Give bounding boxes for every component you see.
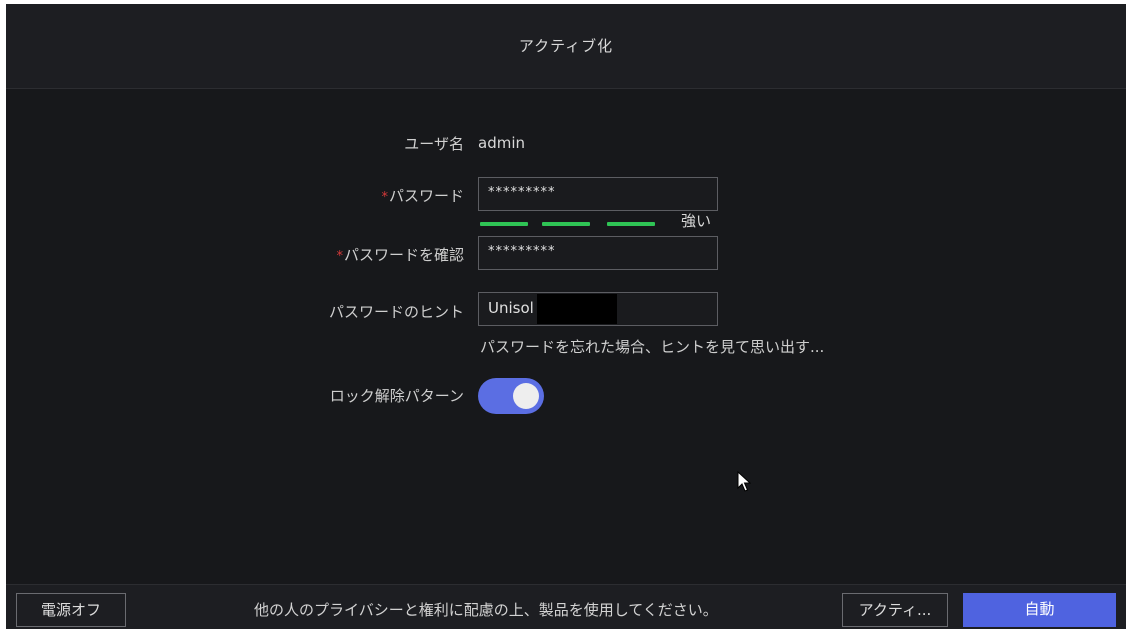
activate-button[interactable]: アクティ... xyxy=(842,593,948,627)
power-off-button[interactable]: 電源オフ xyxy=(16,593,126,627)
footer-bar: 電源オフ 他の人のプライバシーと権利に配慮の上、製品を使用してください。 アクテ… xyxy=(6,584,1126,629)
dialog-title: アクティブ化 xyxy=(518,37,614,55)
redacted-block xyxy=(537,294,617,324)
auto-button[interactable]: 自動 xyxy=(963,593,1116,627)
unlock-pattern-toggle[interactable] xyxy=(478,378,544,414)
activation-dialog: アクティブ化 ユーザ名 admin *パスワード ********* 強い *パ… xyxy=(6,4,1126,629)
password-strength-segment-3 xyxy=(607,222,655,226)
required-mark: * xyxy=(381,190,388,205)
password-hint-label: パスワードのヒント xyxy=(328,303,464,321)
username-value: admin xyxy=(478,134,525,152)
password-hint-value: Unisol xyxy=(488,299,534,317)
username-label: ユーザ名 xyxy=(404,135,464,153)
password-strength-label: 強い xyxy=(681,212,712,230)
password-hint-note: パスワードを忘れた場合、ヒントを見て思い出す... xyxy=(480,338,825,356)
password-hint-field[interactable]: Unisol xyxy=(478,292,718,326)
confirm-password-field[interactable]: ********* xyxy=(478,236,718,270)
password-field[interactable]: ********* xyxy=(478,177,718,211)
password-strength-segment-2 xyxy=(542,222,590,226)
unlock-pattern-label: ロック解除パターン xyxy=(329,387,464,405)
mouse-pointer-icon xyxy=(737,471,751,492)
privacy-note: 他の人のプライバシーと権利に配慮の上、製品を使用してください。 xyxy=(254,601,718,619)
password-label: *パスワード xyxy=(381,187,464,205)
title-bar: アクティブ化 xyxy=(6,4,1126,89)
confirm-password-label: *パスワードを確認 xyxy=(336,246,464,264)
required-mark: * xyxy=(336,249,343,264)
password-strength-segment-1 xyxy=(480,222,528,226)
toggle-knob xyxy=(513,383,539,409)
